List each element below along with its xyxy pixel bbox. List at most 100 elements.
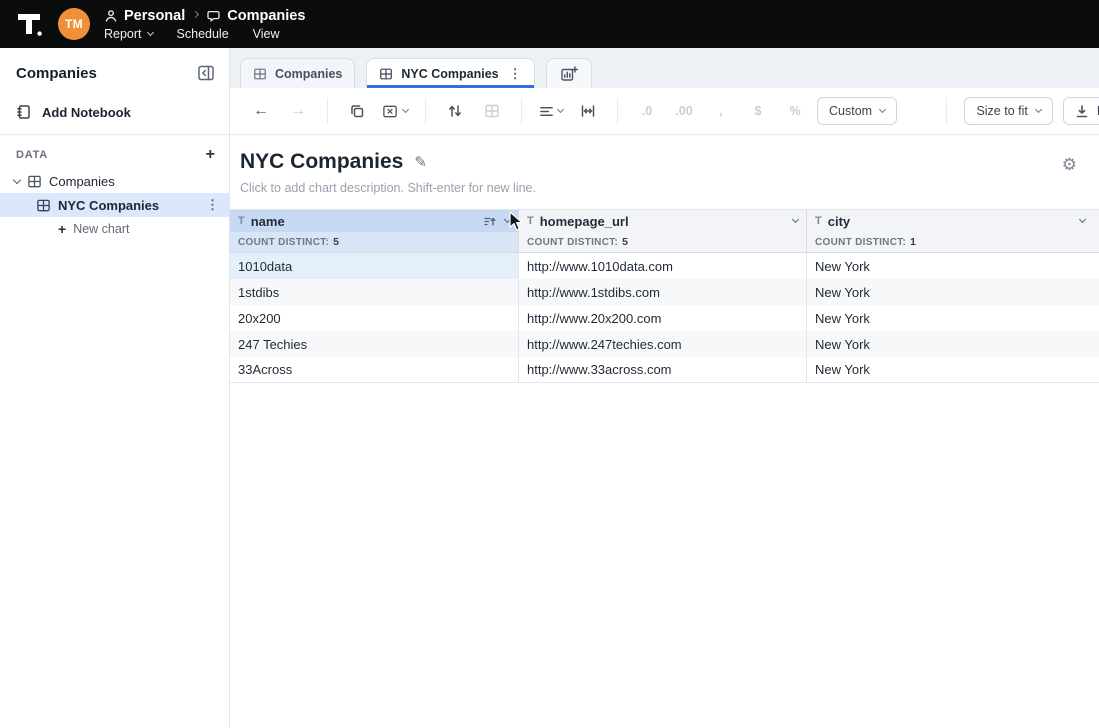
new-tab-button[interactable]	[546, 58, 592, 88]
add-notebook-button[interactable]: Add Notebook	[0, 94, 229, 132]
sidebar-item-companies[interactable]: Companies	[0, 169, 229, 193]
decimal-decrease-button[interactable]: .0	[632, 96, 662, 126]
chevron-down-icon	[1035, 106, 1042, 113]
edit-title-icon[interactable]: ✎	[414, 153, 427, 171]
toolbar-right-group: Size to fit Export	[939, 97, 1099, 125]
collapse-sidebar-button[interactable]	[195, 62, 217, 84]
redo-forward-button[interactable]: →	[283, 96, 313, 126]
table-cell[interactable]: New York	[807, 305, 1099, 331]
column-menu-chevron-icon[interactable]	[504, 216, 511, 223]
toolbar: ← →	[230, 88, 1099, 135]
align-left-icon	[539, 104, 554, 119]
table-cell[interactable]: http://www.1010data.com	[519, 253, 807, 279]
menu-view[interactable]: View	[253, 27, 280, 41]
tab-kebab-menu-icon[interactable]: ⋮	[509, 66, 522, 82]
custom-format-button[interactable]: Custom	[817, 97, 897, 125]
sort-icon	[447, 103, 463, 119]
chevron-down-icon	[879, 106, 886, 113]
align-button[interactable]	[536, 96, 566, 126]
avatar[interactable]: TM	[58, 8, 90, 40]
table-cell[interactable]: 33Across	[230, 357, 519, 383]
export-button[interactable]: Export	[1063, 97, 1099, 125]
table-cell[interactable]: 1010data	[230, 253, 519, 279]
column-header-name[interactable]: T name	[230, 209, 519, 232]
column-aggregate-city[interactable]: COUNT DISTINCT: 1	[807, 232, 1099, 253]
menu-report[interactable]: Report	[104, 27, 153, 41]
table-cell[interactable]: New York	[807, 253, 1099, 279]
chevron-down-icon	[557, 106, 564, 113]
table-cell[interactable]: New York	[807, 279, 1099, 305]
add-data-button[interactable]: +	[206, 150, 215, 160]
tab-label: NYC Companies	[401, 67, 498, 81]
toolbar-divider	[946, 98, 947, 124]
table-cell[interactable]: http://www.247techies.com	[519, 331, 807, 357]
duplicate-button[interactable]	[342, 96, 372, 126]
fit-width-icon	[580, 103, 596, 119]
sidebar-item-new-chart[interactable]: + New chart	[0, 217, 229, 241]
menu-schedule[interactable]: Schedule	[177, 27, 229, 41]
breadcrumb-personal[interactable]: Personal	[104, 8, 185, 24]
column-name-label: name	[251, 214, 285, 229]
sidebar-item-nyc-companies[interactable]: NYC Companies ⋮	[0, 193, 229, 217]
tab-label: Companies	[275, 67, 342, 81]
table-cell[interactable]: New York	[807, 357, 1099, 383]
column-menu-chevron-icon[interactable]	[1079, 216, 1086, 223]
pivot-table-button[interactable]	[477, 96, 507, 126]
fit-width-button[interactable]	[573, 96, 603, 126]
column-name-label: homepage_url	[540, 214, 629, 229]
page-title[interactable]: NYC Companies	[240, 150, 403, 174]
breadcrumb-companies[interactable]: Companies	[206, 8, 305, 24]
tab-nyc-companies[interactable]: NYC Companies ⋮	[366, 58, 534, 88]
table-icon	[484, 103, 500, 119]
app-logo-icon[interactable]	[14, 9, 44, 39]
sort-ascending-icon[interactable]	[483, 215, 496, 228]
table-cell[interactable]: 1stdibs	[230, 279, 519, 305]
currency-format-button[interactable]: $	[743, 96, 773, 126]
copy-icon	[349, 103, 365, 119]
aggregate-label: COUNT DISTINCT:	[527, 237, 618, 248]
table-cell[interactable]: http://www.20x200.com	[519, 305, 807, 331]
table-cell[interactable]: 20x200	[230, 305, 519, 331]
clear-cell-button[interactable]	[379, 96, 411, 126]
breadcrumb-personal-label: Personal	[124, 8, 185, 24]
percent-format-button[interactable]: %	[780, 96, 810, 126]
table-cell[interactable]: New York	[807, 331, 1099, 357]
column-aggregate-homepage-url[interactable]: COUNT DISTINCT: 5	[519, 232, 807, 253]
chevron-down-icon[interactable]	[13, 175, 21, 183]
canvas-content: NYC Companies ✎ ⚙ Click to add chart des…	[230, 135, 1099, 728]
column-header-homepage-url[interactable]: T homepage_url	[519, 209, 807, 232]
notebook-icon	[16, 104, 32, 120]
panel-collapse-icon	[197, 64, 215, 82]
decimal-increase-button[interactable]: .00	[669, 96, 699, 126]
kebab-menu-icon[interactable]: ⋮	[206, 197, 229, 213]
table-cell[interactable]: 247 Techies	[230, 331, 519, 357]
toolbar-divider	[617, 98, 618, 124]
column-name-label: city	[828, 214, 850, 229]
topbar: TM Personal Companies Report Schedule Vi…	[0, 0, 1099, 48]
app-window: TM Personal Companies Report Schedule Vi…	[0, 0, 1099, 728]
aggregate-value: 5	[622, 236, 628, 248]
table-cell[interactable]: http://www.1stdibs.com	[519, 279, 807, 305]
table-icon	[379, 67, 393, 81]
tab-companies[interactable]: Companies	[240, 58, 355, 88]
cell-x-icon	[382, 103, 399, 120]
settings-gear-icon[interactable]: ⚙	[1062, 155, 1077, 175]
undo-back-button[interactable]: ←	[246, 96, 276, 126]
column-header-city[interactable]: T city	[807, 209, 1099, 232]
table-cell[interactable]: http://www.33across.com	[519, 357, 807, 383]
column-aggregate-name[interactable]: COUNT DISTINCT: 5	[230, 232, 519, 253]
sidebar-title: Companies	[16, 65, 97, 82]
comma-format-button[interactable]: ,	[706, 96, 736, 126]
aggregate-value: 1	[910, 236, 916, 248]
size-to-fit-button[interactable]: Size to fit	[964, 97, 1052, 125]
text-type-icon: T	[238, 215, 245, 227]
main-area: Companies NYC Companies ⋮ ← →	[230, 48, 1099, 728]
sidebar-header: Companies	[0, 48, 229, 94]
download-icon	[1075, 104, 1089, 118]
column-menu-chevron-icon[interactable]	[792, 216, 799, 223]
add-notebook-label: Add Notebook	[42, 105, 131, 120]
data-section-label: DATA	[16, 149, 48, 161]
chart-description-placeholder[interactable]: Click to add chart description. Shift-en…	[230, 174, 1099, 205]
sort-button[interactable]	[440, 96, 470, 126]
chevron-down-icon	[402, 106, 409, 113]
